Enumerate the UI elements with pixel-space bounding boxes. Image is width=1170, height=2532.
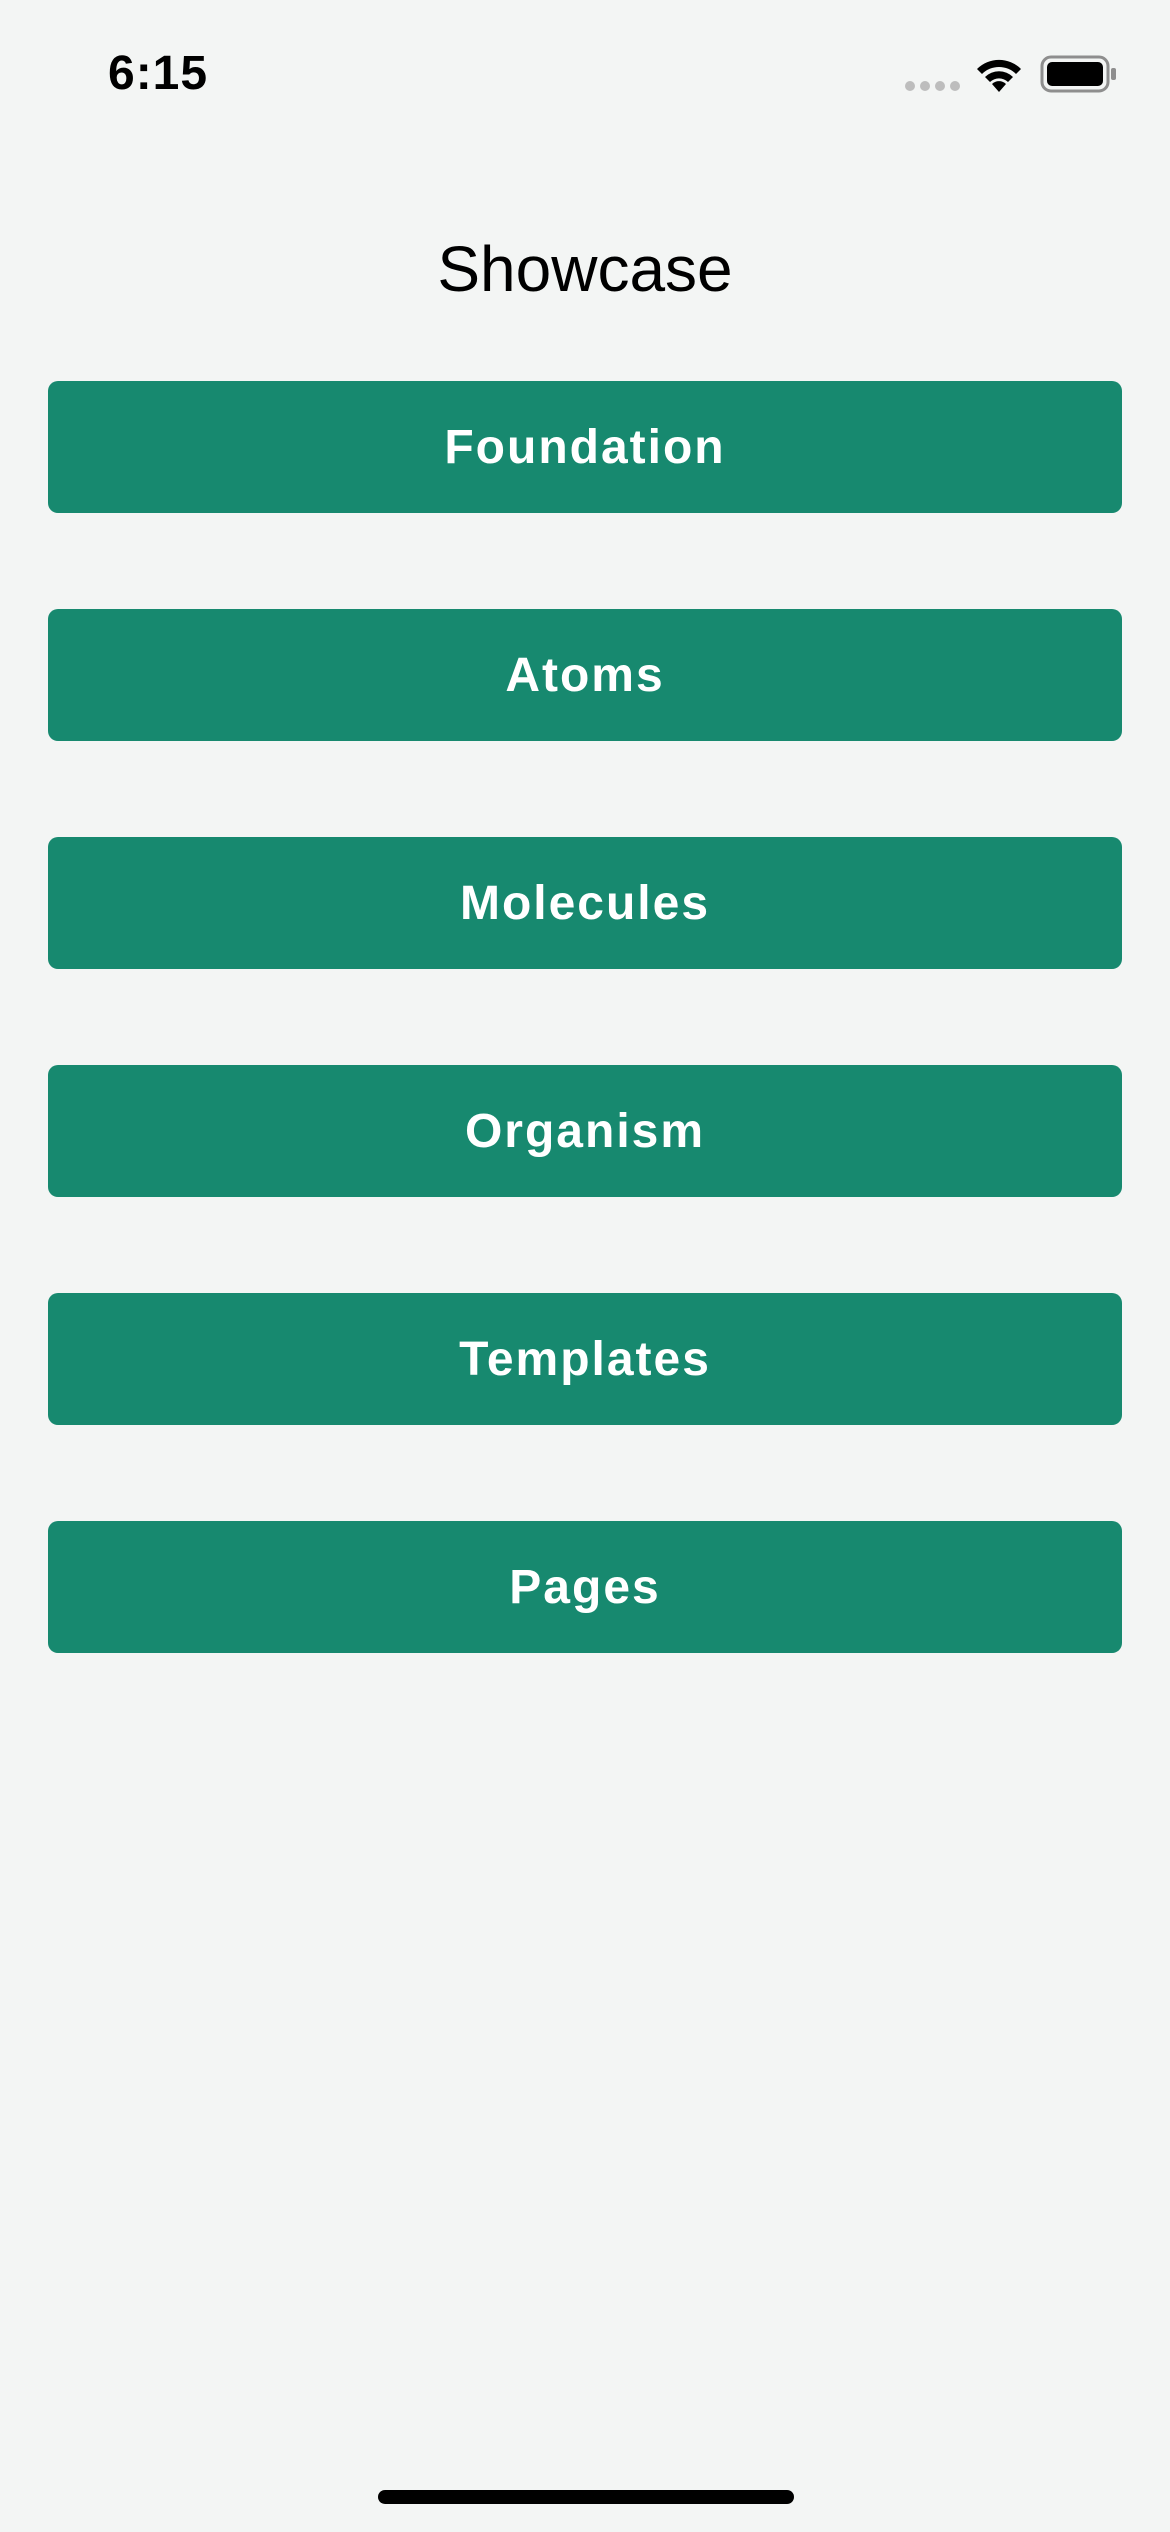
- showcase-menu: Foundation Atoms Molecules Organism Temp…: [48, 381, 1122, 1749]
- pages-button[interactable]: Pages: [48, 1521, 1122, 1653]
- battery-icon: [1040, 55, 1116, 93]
- organism-button[interactable]: Organism: [48, 1065, 1122, 1197]
- templates-button[interactable]: Templates: [48, 1293, 1122, 1425]
- page-title: Showcase: [437, 232, 733, 305]
- foundation-button[interactable]: Foundation: [48, 381, 1122, 513]
- molecules-button[interactable]: Molecules: [48, 837, 1122, 969]
- atoms-button[interactable]: Atoms: [48, 609, 1122, 741]
- status-time: 6:15: [108, 47, 209, 100]
- home-indicator[interactable]: [378, 2490, 794, 2504]
- wifi-icon: [977, 59, 1021, 92]
- signal-icon: [905, 81, 960, 91]
- status-bar: 6:15: [0, 0, 1170, 150]
